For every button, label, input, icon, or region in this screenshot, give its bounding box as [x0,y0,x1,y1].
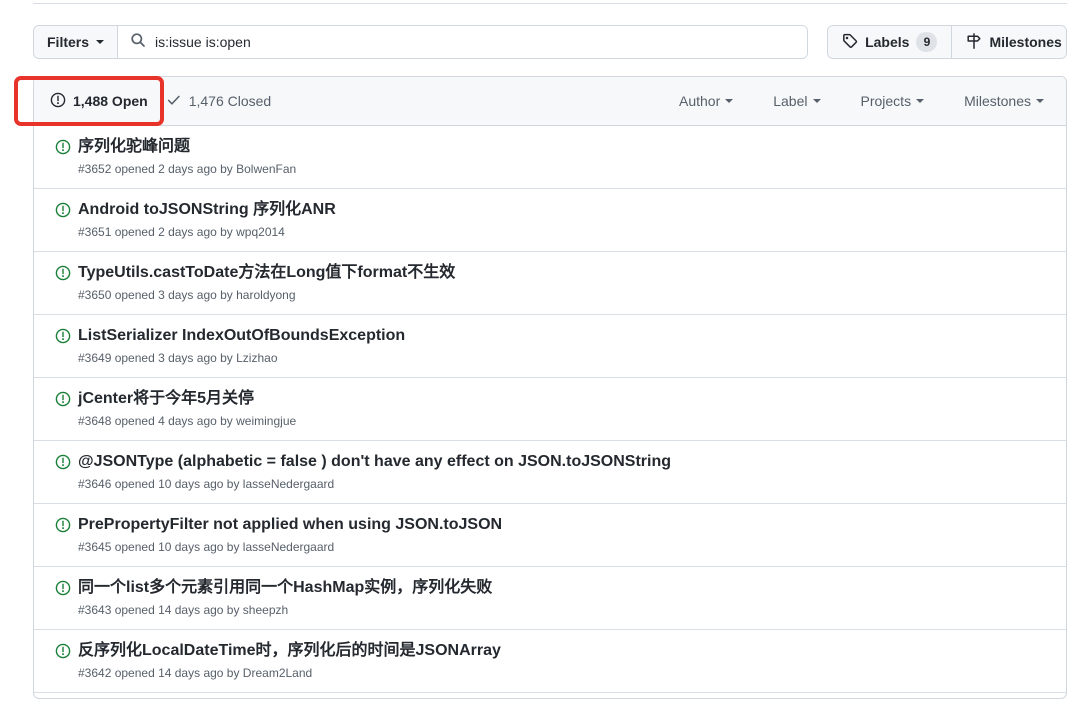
issue-title[interactable]: TypeUtils.castToDate方法在Long值下format不生效 [78,262,455,284]
milestones-filter[interactable]: Milestones [964,93,1044,109]
labels-label: Labels [865,34,910,50]
issue-opened-icon [55,580,71,601]
issue-meta: #3646 opened 10 days ago by lasseNederga… [78,477,335,491]
issue-row[interactable]: PrePropertyFilter not applied when using… [34,504,1066,567]
author-filter[interactable]: Author [678,93,734,109]
issue-opened-icon [55,202,71,223]
issue-opened-icon [55,454,71,475]
issue-state-tabs: 1,488 Open 1,476 Closed [50,92,271,111]
chevron-down-icon [725,99,734,103]
issue-row[interactable]: ListSerializer IndexOutOfBoundsException… [34,315,1066,378]
closed-issues-tab[interactable]: 1,476 Closed [166,92,272,111]
filters-button[interactable]: Filters [34,26,119,58]
check-icon [166,92,182,111]
issue-opened-icon [55,517,71,538]
issue-row[interactable]: jCenter将于今年5月关停 #3648 opened 4 days ago b… [34,378,1066,441]
issue-title[interactable]: 序列化驼峰问题 [78,136,296,158]
filter-search-group: Filters is:issue is:open [33,25,809,59]
labels-button[interactable]: Labels 9 [828,26,952,58]
milestones-filter-label: Milestones [964,93,1031,109]
issue-row[interactable]: TypeUtils.castToDate方法在Long值下format不生效 #3… [34,252,1066,315]
chevron-down-icon [96,40,105,44]
issue-title[interactable]: PrePropertyFilter not applied when using… [78,514,502,536]
issues-page: Filters is:issue is:open Labels 9 Milest… [0,0,1067,702]
issue-opened-icon [55,328,71,349]
issue-title[interactable]: 反序列化LocalDateTime时，序列化后的时间是JSONArray [78,640,501,662]
filters-label: Filters [47,34,90,50]
chevron-down-icon [916,99,925,103]
issues-rows: 序列化驼峰问题 #3652 opened 2 days ago by Bolwen… [34,126,1066,693]
issue-opened-icon [55,643,71,664]
projects-filter[interactable]: Projects [861,93,925,109]
issue-meta: #3649 opened 3 days ago by Lzizhao [78,351,278,365]
issue-opened-icon [55,265,71,286]
search-input[interactable]: is:issue is:open [118,26,808,58]
issue-row[interactable]: 反序列化LocalDateTime时，序列化后的时间是JSONArray #364… [34,630,1066,693]
issue-title[interactable]: Android toJSONString 序列化ANR [78,199,336,221]
chevron-down-icon [812,99,821,103]
projects-filter-label: Projects [860,93,912,109]
issue-opened-icon [50,92,66,111]
top-divider [33,3,1067,4]
issue-row[interactable]: 序列化驼峰问题 #3652 opened 2 days ago by Bolwen… [34,126,1066,189]
labels-count-badge: 9 [916,32,938,52]
issue-title[interactable]: ListSerializer IndexOutOfBoundsException [78,325,405,347]
issue-meta: #3650 opened 3 days ago by haroldyong [78,288,296,302]
issue-title[interactable]: jCenter将于今年5月关停 [78,388,296,410]
closed-issues-label: 1,476 Closed [188,93,272,109]
open-issues-tab[interactable]: 1,488 Open [50,92,148,111]
issue-opened-icon [55,391,71,412]
issue-title[interactable]: @JSONType (alphabetic = false ) don't ha… [78,451,671,473]
issue-row[interactable]: @JSONType (alphabetic = false ) don't ha… [34,441,1066,504]
milestones-label: Milestones [989,34,1062,50]
issue-meta: #3645 opened 10 days ago by lasseNederga… [78,540,335,554]
issues-list-header: 1,488 Open 1,476 Closed Author Label Pro… [34,77,1066,126]
issues-header-filters: Author Label Projects Milestones [679,93,1050,109]
issue-meta: #3643 opened 14 days ago by sheepzh [78,603,289,617]
search-query-value: is:issue is:open [155,34,251,50]
search-icon [130,32,146,53]
label-filter-label: Label [773,93,808,109]
tag-icon [842,33,858,52]
issues-list-container: 1,488 Open 1,476 Closed Author Label Pro… [33,76,1067,699]
label-filter[interactable]: Label [773,93,821,109]
issue-row[interactable]: 同一个list多个元素引用同一个HashMap实例，序列化失败 #3643 ope… [34,567,1066,630]
issue-meta: #3642 opened 14 days ago by Dream2Land [78,666,313,680]
issue-meta: #3648 opened 4 days ago by weimingjue [78,414,297,428]
chevron-down-icon [1036,99,1044,103]
issue-title[interactable]: 同一个list多个元素引用同一个HashMap实例，序列化失败 [78,577,492,599]
issue-opened-icon [55,139,71,160]
issue-meta: #3652 opened 2 days ago by BolwenFan [78,162,297,176]
issue-row[interactable]: Android toJSONString 序列化ANR #3651 opened … [34,189,1066,252]
open-issues-label: 1,488 Open [73,93,148,109]
author-filter-label: Author [678,93,721,109]
milestone-icon [966,32,982,52]
toolbar-right-buttons: Labels 9 Milestones [827,25,1067,59]
milestones-button[interactable]: Milestones [951,26,1067,58]
issues-toolbar: Filters is:issue is:open Labels 9 Milest… [33,25,1067,59]
issue-meta: #3651 opened 2 days ago by wpq2014 [78,225,285,239]
